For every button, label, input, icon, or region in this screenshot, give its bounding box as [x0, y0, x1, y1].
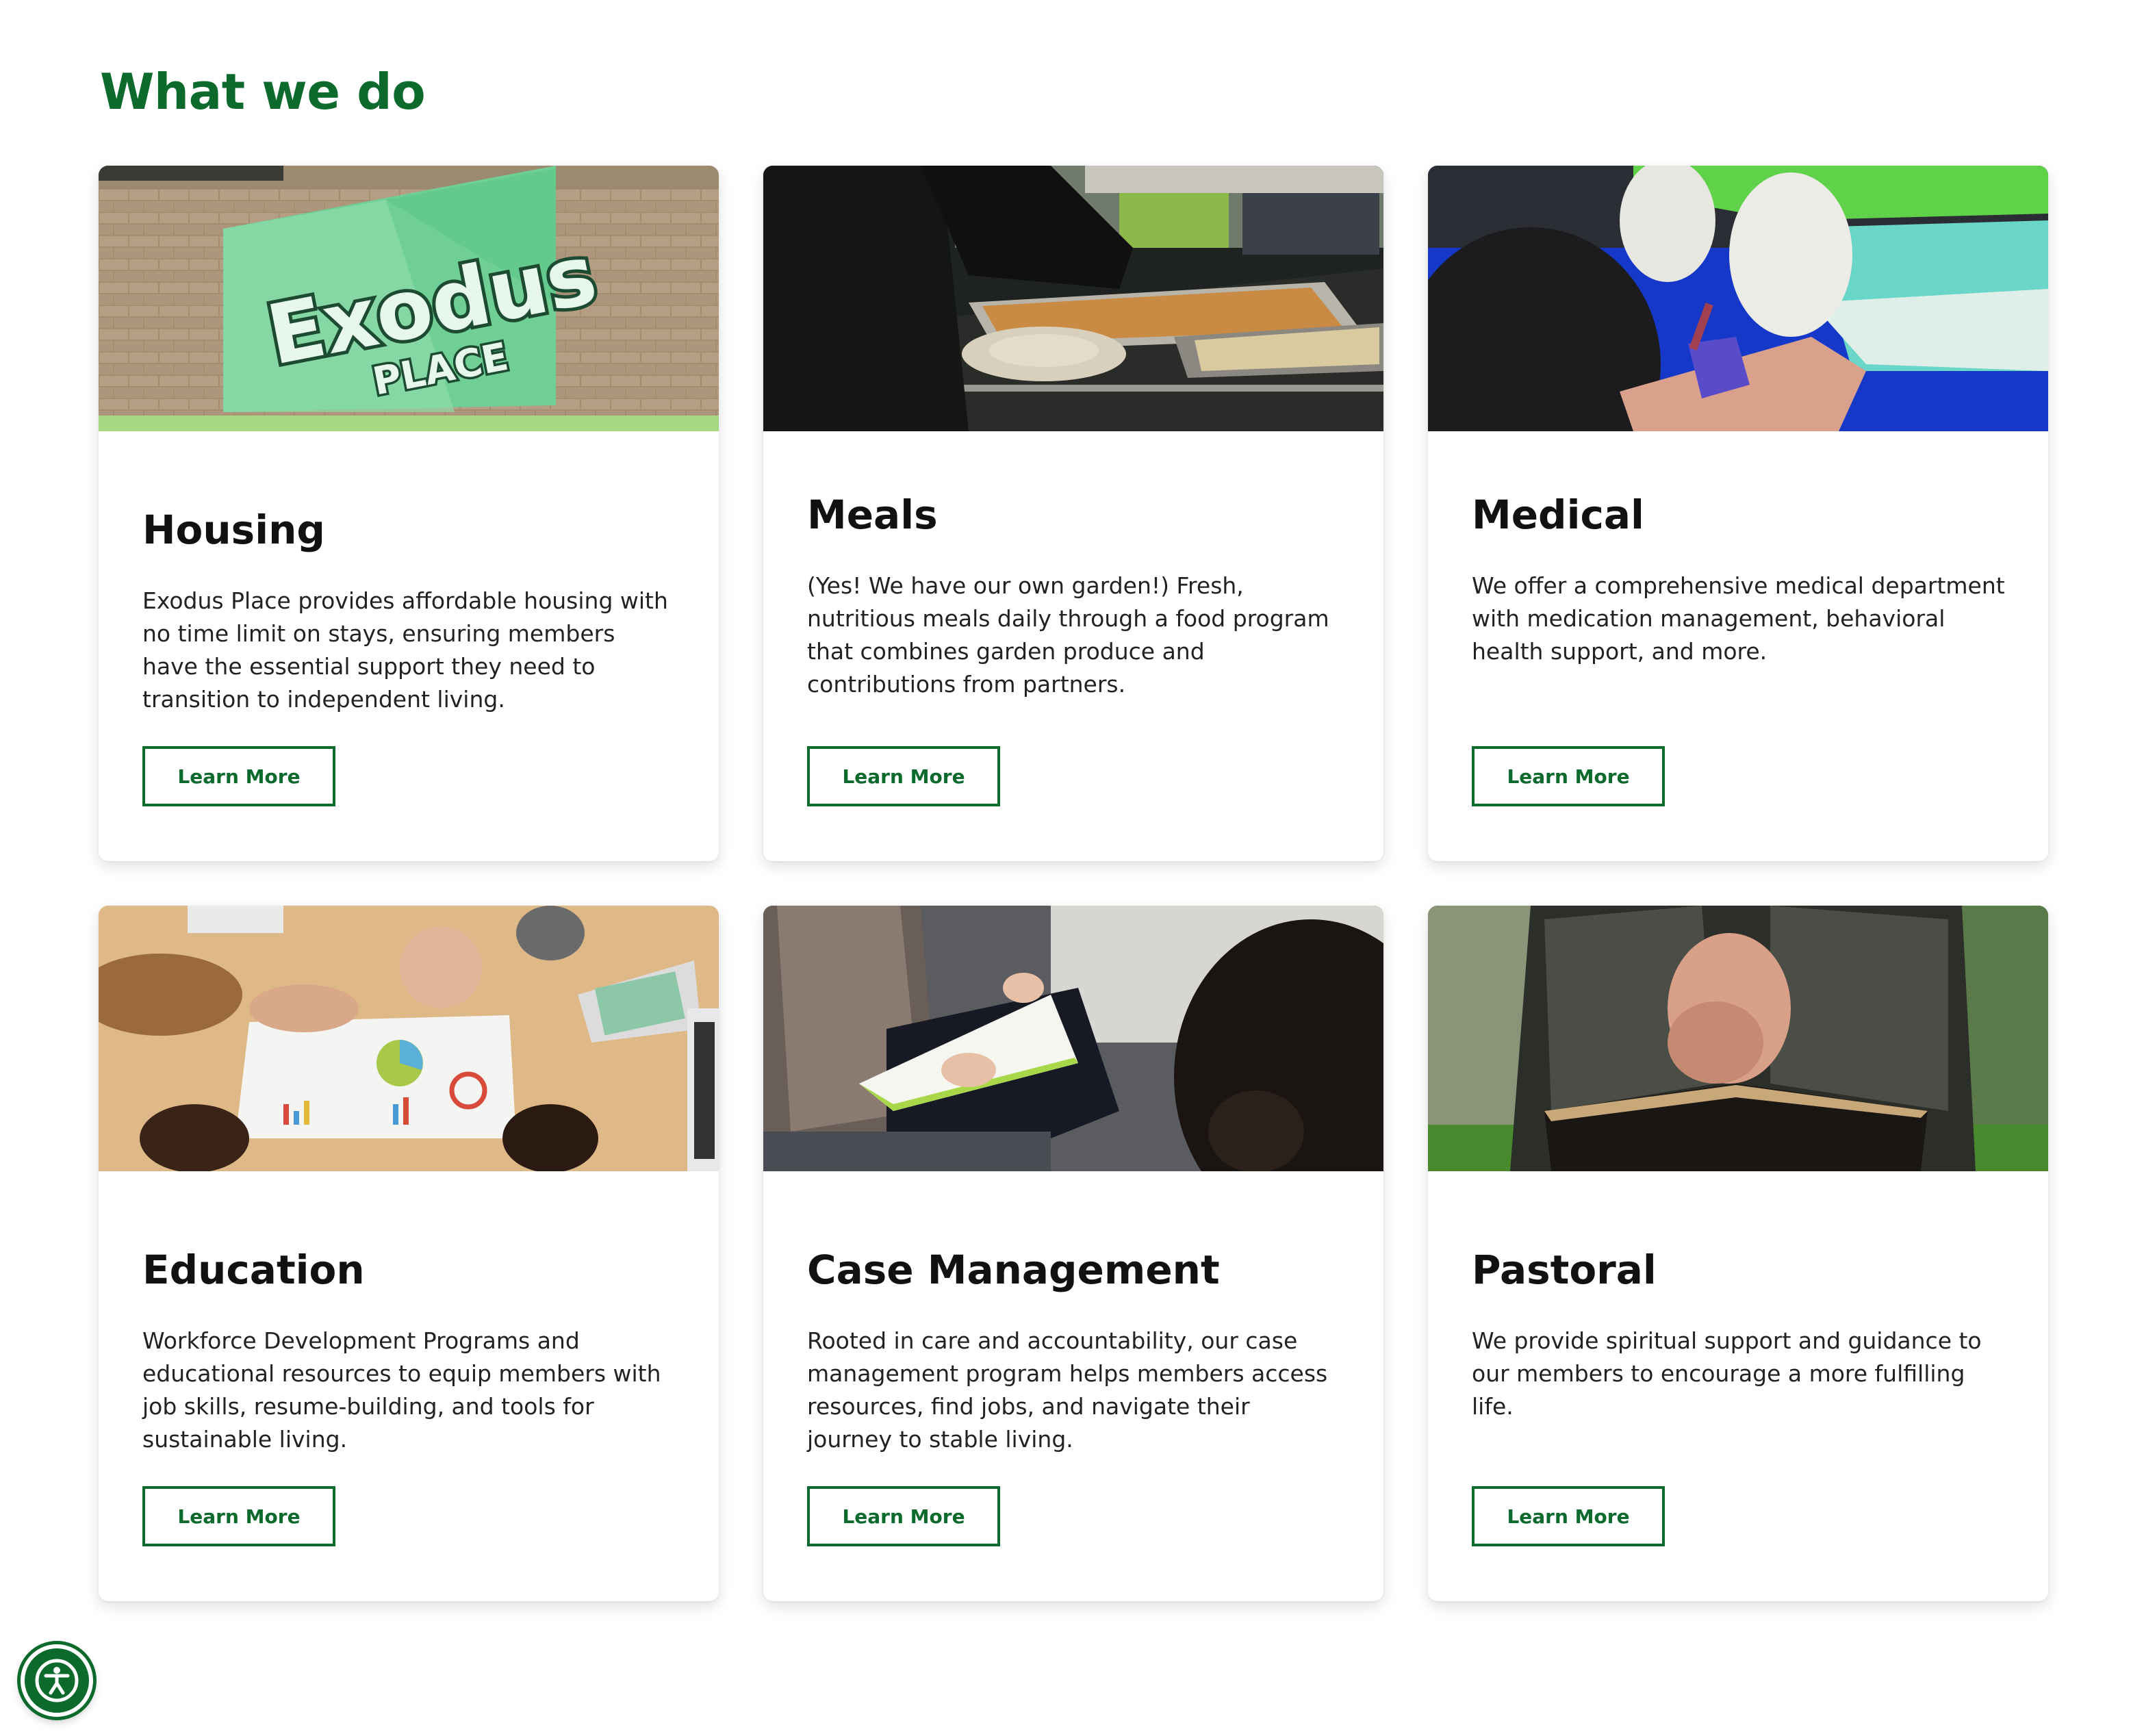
housing-image: Exodus PLACE	[99, 166, 719, 431]
education-image	[99, 906, 719, 1171]
pastoral-image	[1428, 906, 2048, 1171]
service-card-pastoral: Pastoral We provide spiritual support an…	[1428, 906, 2048, 1601]
card-title: Medical	[1472, 492, 1644, 538]
learn-more-button[interactable]: Learn More	[1472, 1486, 1665, 1546]
card-description: (Yes! We have our own garden!) Fresh, nu…	[807, 572, 1329, 698]
card-description: We offer a comprehensive medical departm…	[1472, 572, 2005, 665]
learn-more-button[interactable]: Learn More	[142, 746, 335, 806]
learn-more-button[interactable]: Learn More	[1472, 746, 1665, 806]
section-title: What we do	[100, 63, 426, 120]
card-description: Rooted in care and accountability, our c…	[807, 1327, 1328, 1453]
card-description: Workforce Development Programs and educa…	[142, 1327, 661, 1453]
card-title: Housing	[142, 507, 325, 553]
services-grid: Exodus PLACE Housing Exodus Place provid…	[99, 166, 2048, 1601]
service-card-housing: Exodus PLACE Housing Exodus Place provid…	[99, 166, 719, 861]
accessibility-widget-button[interactable]	[21, 1644, 93, 1717]
service-card-medical: Medical We offer a comprehensive medical…	[1428, 166, 2048, 861]
medical-image	[1428, 166, 2048, 431]
service-card-meals: Meals (Yes! We have our own garden!) Fre…	[763, 166, 1383, 861]
card-description: We provide spiritual support and guidanc…	[1472, 1327, 1982, 1420]
card-title: Case Management	[807, 1247, 1220, 1293]
learn-more-button[interactable]: Learn More	[807, 1486, 1000, 1546]
card-description: Exodus Place provides affordable housing…	[142, 587, 668, 713]
service-card-case-management: Case Management Rooted in care and accou…	[763, 906, 1383, 1601]
learn-more-button[interactable]: Learn More	[807, 746, 1000, 806]
service-card-education: Education Workforce Development Programs…	[99, 906, 719, 1601]
card-title: Pastoral	[1472, 1247, 1657, 1293]
card-title: Education	[142, 1247, 365, 1293]
meals-image	[763, 166, 1383, 431]
accessibility-icon	[35, 1659, 79, 1702]
case-management-image	[763, 906, 1383, 1171]
card-title: Meals	[807, 492, 938, 538]
learn-more-button[interactable]: Learn More	[142, 1486, 335, 1546]
